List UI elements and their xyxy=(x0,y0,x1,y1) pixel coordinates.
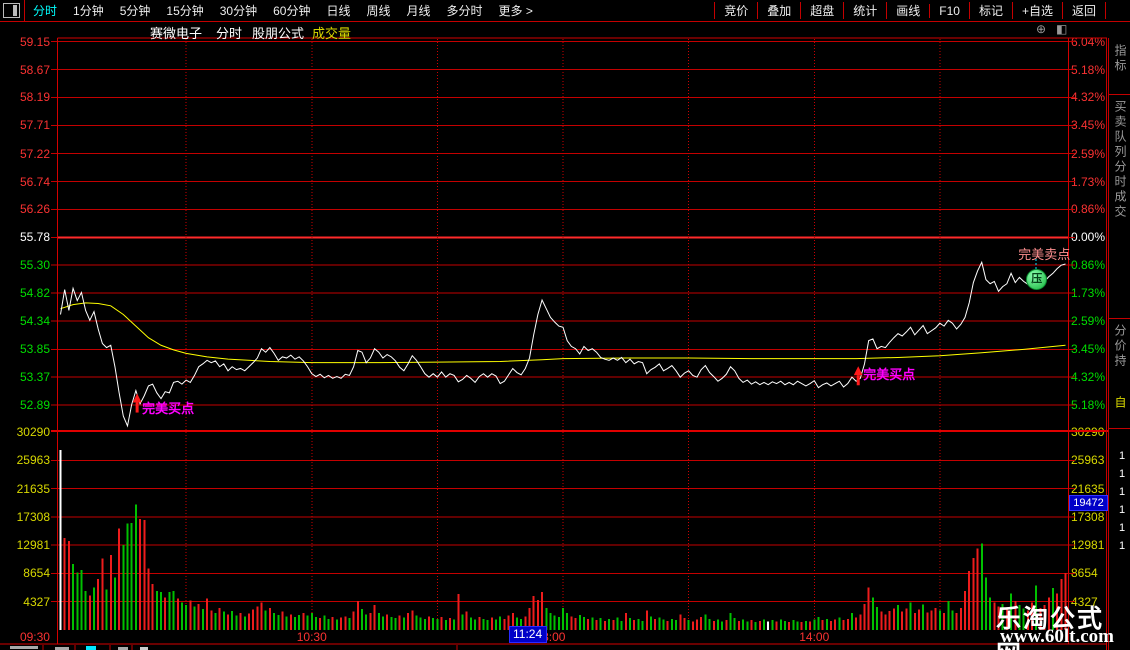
menu-item-period-10[interactable]: 更多 > xyxy=(491,2,541,19)
menu-item-period-9[interactable]: 多分时 xyxy=(439,2,491,19)
menu-item-tool-7[interactable]: +自选 xyxy=(1011,2,1062,19)
menu-item-tool-6[interactable]: 标记 xyxy=(968,2,1012,19)
circle-arrow-icon[interactable]: ⊕ xyxy=(1036,22,1046,36)
sidebar-quote-digit: 1 xyxy=(1119,540,1126,552)
sidebar-tab-1[interactable]: 买卖队列分时成交 xyxy=(1112,100,1129,220)
sidebar-divider xyxy=(1108,94,1130,95)
time-cursor-badge: 11:24 xyxy=(508,626,547,643)
buy-point-label: 完美买点 xyxy=(142,400,195,416)
sidebar-tab-0[interactable]: 指标 xyxy=(1112,44,1129,74)
sidebar-quote-digit: 1 xyxy=(1119,504,1126,516)
menu-item-period-0[interactable]: 分时 xyxy=(25,2,65,19)
split-window-icon[interactable]: ◧ xyxy=(1056,22,1067,36)
menu-item-period-7[interactable]: 周线 xyxy=(358,2,398,19)
volume-indicator-label[interactable]: 成交量 xyxy=(312,23,351,42)
stock-name: 赛微电子 xyxy=(150,26,203,41)
sidebar-divider xyxy=(1108,428,1130,429)
buy-point-label: 完美买点 xyxy=(863,367,916,383)
menu-item-period-4[interactable]: 30分钟 xyxy=(212,2,265,19)
sidebar-tab-3[interactable]: 自 xyxy=(1112,396,1129,411)
sidebar-quote-digit: 1 xyxy=(1119,522,1126,534)
sidebar-quote-digit: 1 xyxy=(1119,450,1126,462)
menu-item-period-1[interactable]: 1分钟 xyxy=(65,2,112,19)
chart-title-row: 赛微电子 分时 股朋公式 成交量 ⊕ ◧ xyxy=(0,22,1130,41)
sidebar-divider xyxy=(1108,318,1130,319)
menu-item-period-8[interactable]: 月线 xyxy=(399,2,439,19)
volume-cursor-badge: 19472 xyxy=(1069,494,1108,511)
menu-item-tool-0[interactable]: 竞价 xyxy=(714,2,757,19)
menu-item-tool-1[interactable]: 叠加 xyxy=(757,2,800,19)
menu-item-period-2[interactable]: 5分钟 xyxy=(112,2,159,19)
top-menubar: 分时 1分钟 5分钟 15分钟 30分钟 60分钟 日线 周线 月线 多分时 更多 > 竞价 叠加 超盘… xyxy=(0,0,1130,22)
sell-point-label: 完美卖点 xyxy=(1018,247,1071,262)
menu-item-period-6[interactable]: 日线 xyxy=(318,2,358,19)
menu-item-tool-5[interactable]: F10 xyxy=(929,3,969,18)
menu-item-tool-2[interactable]: 超盘 xyxy=(800,2,843,19)
intraday-chart xyxy=(0,37,1130,650)
menu-item-tool-8[interactable]: 返回 xyxy=(1061,2,1106,19)
menu-item-tool-3[interactable]: 统计 xyxy=(843,2,886,19)
sidebar-quote-digit: 1 xyxy=(1119,468,1126,480)
period-menu: 分时 1分钟 5分钟 15分钟 30分钟 60分钟 日线 周线 月线 多分时 更多 > xyxy=(24,0,541,21)
period-label: 分时 xyxy=(216,26,243,41)
menu-item-tool-4[interactable]: 画线 xyxy=(886,2,929,19)
trading-terminal: 分时 1分钟 5分钟 15分钟 30分钟 60分钟 日线 周线 月线 多分时 更多 > 竞价 叠加 超盘… xyxy=(0,0,1130,650)
menu-item-period-3[interactable]: 15分钟 xyxy=(158,2,211,19)
sidebar-tab-2[interactable]: 分价持 xyxy=(1112,324,1129,369)
menu-item-period-5[interactable]: 60分钟 xyxy=(265,2,318,19)
tools-menu: 竞价 叠加 超盘 统计 画线 F10 标记 +自选 返回 xyxy=(714,0,1106,21)
sidebar-quote-digit: 1 xyxy=(1119,486,1126,498)
formula-name: 股朋公式 xyxy=(252,26,305,41)
window-layout-icon[interactable] xyxy=(3,3,20,18)
watermark-url: www.60lt.com xyxy=(1000,626,1114,647)
